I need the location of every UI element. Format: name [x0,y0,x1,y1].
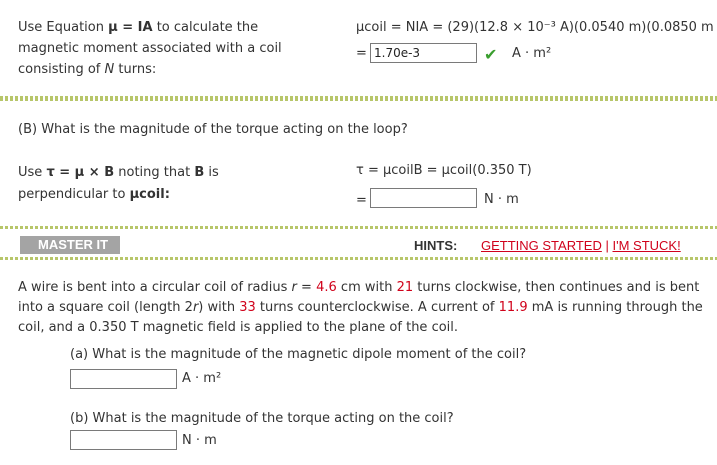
master-question-a: (a) What is the magnitude of the magneti… [70,347,527,362]
getting-started-link[interactable]: GETTING STARTED [481,238,602,253]
part-a-answer-field[interactable]: 1.70e-3 [370,43,477,63]
problem-line3: coil, and a 0.350 T magnetic field is ap… [18,320,459,335]
part-b-question: (B) What is the magnitude of the torque … [18,122,408,137]
problem-line2: into a square coil (length 2r) with 33 t… [18,300,703,315]
master-question-b: (b) What is the magnitude of the torque … [70,411,454,426]
part-b-line2: perpendicular to μcoil: [18,187,170,202]
part-b-unit: N · m [484,192,519,207]
master-answer-b-field[interactable] [70,430,177,450]
mu-equals-ia-symbol: μ = IA [108,20,153,35]
part-b-answer-field[interactable] [370,188,477,208]
part-b-instruction: Use τ = μ × B noting that B is [18,165,219,180]
part-a-line2: magnetic moment associated with a coil [18,41,282,56]
divider [0,96,717,101]
part-a-instruction: Use Equation μ = IA to calculate the [18,20,259,35]
master-unit-a: A · m² [182,371,222,386]
master-it-badge: MASTER IT [20,236,120,254]
part-a-formula: μcoil = NIA = (29)(12.8 × 10⁻³ A)(0.0540… [356,20,714,35]
part-a-unit: A · m² [512,46,552,61]
master-bottom-divider [0,257,717,260]
master-unit-b: N · m [182,433,217,448]
hints-label: HINTS: [414,238,458,253]
master-answer-a-field[interactable] [70,369,177,389]
im-stuck-link[interactable]: I'M STUCK! [613,238,681,253]
problem-line1: A wire is bent into a circular coil of r… [18,280,700,295]
part-b-equals: = [356,193,367,208]
hint-links: GETTING STARTED | I'M STUCK! [481,238,681,253]
torque-equation: τ = μ × B [46,165,115,180]
master-top-divider [0,226,717,229]
part-a-equals: = [356,46,367,61]
checkmark-icon: ✔ [484,45,498,64]
part-a-line3: consisting of N turns: [18,62,157,77]
part-b-formula: τ = μcoilB = μcoil(0.350 T) [356,163,532,178]
